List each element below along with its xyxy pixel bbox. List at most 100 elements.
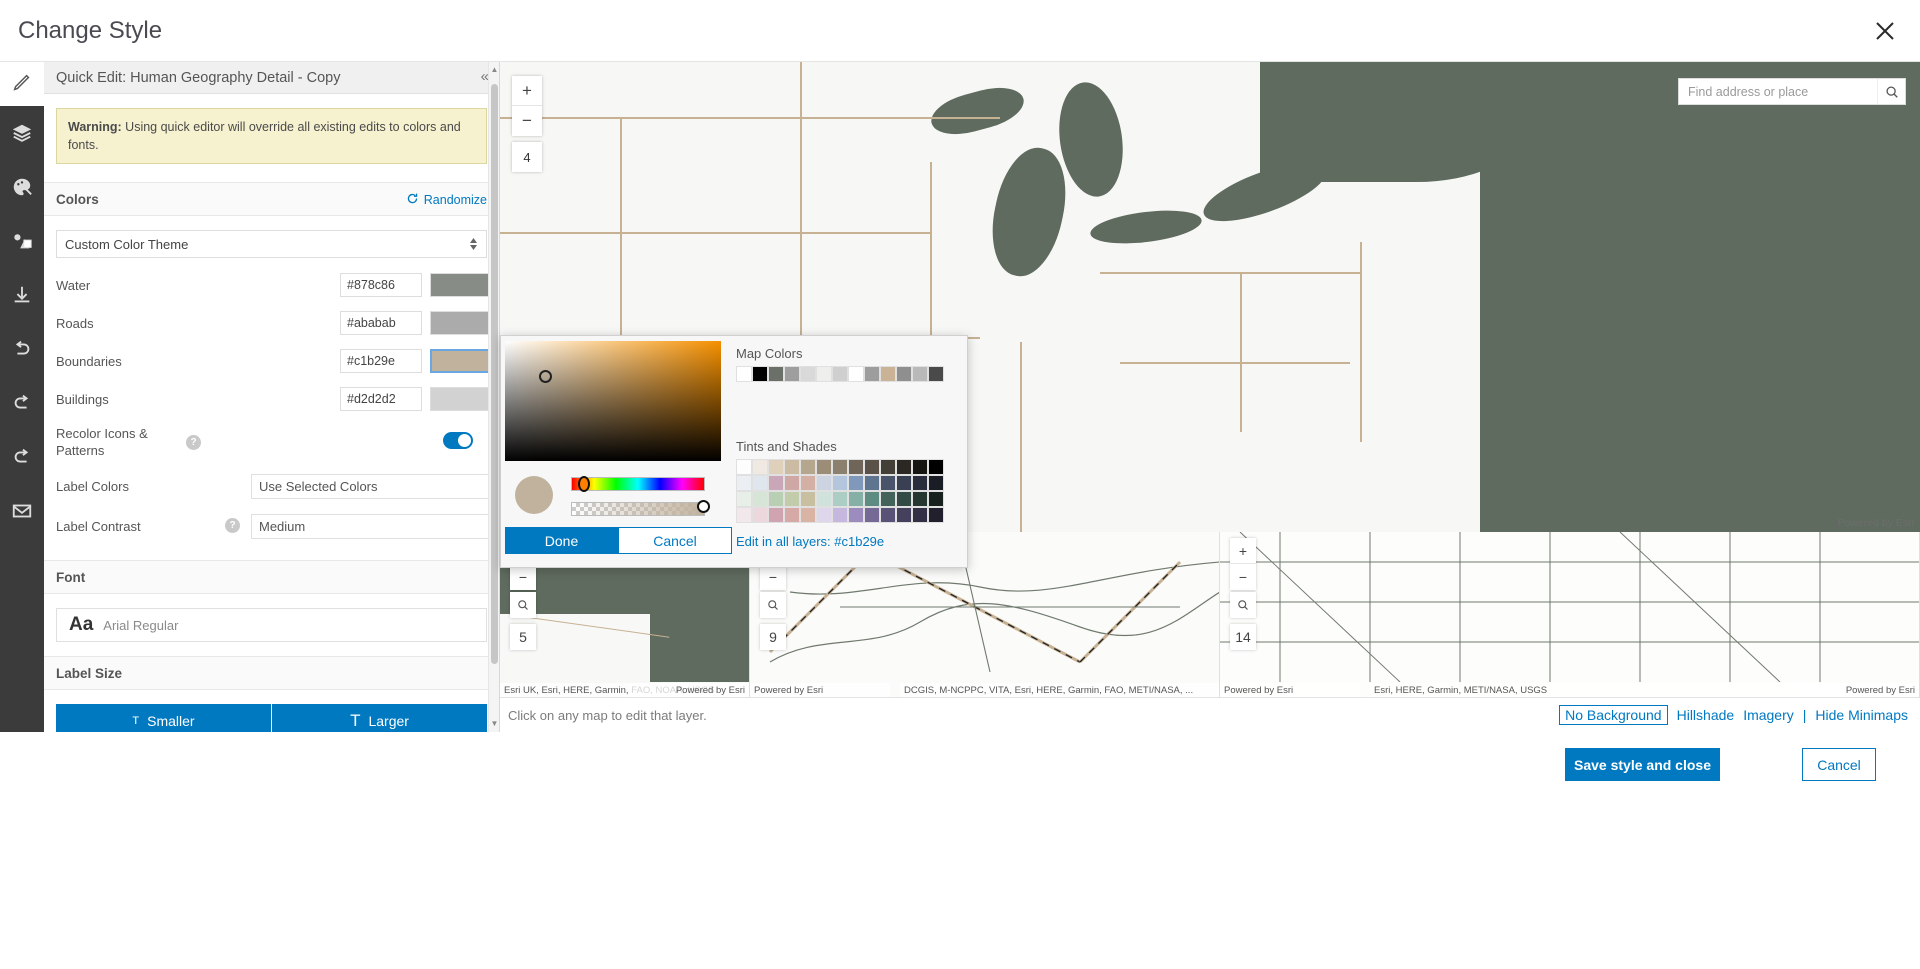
tint-swatch-1-7[interactable]: [848, 475, 864, 491]
close-icon[interactable]: [1868, 14, 1902, 48]
save-style-button[interactable]: Save style and close: [1565, 748, 1720, 781]
scrollbar-thumb[interactable]: [491, 84, 498, 664]
alpha-slider-handle[interactable]: [697, 500, 710, 513]
minimap-zoom-in[interactable]: +: [1230, 538, 1256, 564]
panel-scrollbar[interactable]: ▲ ▼: [488, 62, 499, 732]
tint-swatch-0-12[interactable]: [928, 459, 944, 475]
tint-swatch-2-2[interactable]: [768, 491, 784, 507]
hue-slider-handle[interactable]: [578, 476, 590, 492]
map-search-box[interactable]: Find address or place: [1678, 78, 1906, 105]
larger-button[interactable]: T Larger: [272, 704, 487, 732]
map-color-swatch-1[interactable]: [752, 366, 768, 382]
hex-input-roads[interactable]: #ababab: [340, 311, 422, 336]
recolor-icons-toggle[interactable]: [443, 432, 473, 450]
bg-option-hillshade[interactable]: Hillshade: [1677, 707, 1735, 723]
rail-item-edit[interactable]: [0, 62, 44, 106]
tint-swatch-2-1[interactable]: [752, 491, 768, 507]
map-color-swatch-4[interactable]: [800, 366, 816, 382]
scroll-down-icon[interactable]: ▼: [490, 719, 499, 729]
tint-swatch-1-1[interactable]: [752, 475, 768, 491]
rail-item-mail[interactable]: [0, 484, 44, 538]
hex-input-boundaries[interactable]: #c1b29e: [340, 349, 422, 374]
map-color-swatch-9[interactable]: [880, 366, 896, 382]
help-icon[interactable]: ?: [186, 434, 201, 450]
tint-swatch-0-3[interactable]: [784, 459, 800, 475]
tint-swatch-3-10[interactable]: [896, 507, 912, 523]
tint-swatch-0-6[interactable]: [832, 459, 848, 475]
label-colors-select[interactable]: Use Selected Colors: [251, 474, 499, 500]
tint-swatch-2-4[interactable]: [800, 491, 816, 507]
tint-swatch-0-10[interactable]: [896, 459, 912, 475]
rail-item-style[interactable]: [0, 160, 44, 214]
tint-swatch-1-6[interactable]: [832, 475, 848, 491]
saturation-value-field[interactable]: [505, 341, 721, 461]
tint-swatch-0-11[interactable]: [912, 459, 928, 475]
tint-swatch-3-5[interactable]: [816, 507, 832, 523]
tint-swatch-2-9[interactable]: [880, 491, 896, 507]
rail-item-layers[interactable]: [0, 106, 44, 160]
tint-swatch-2-3[interactable]: [784, 491, 800, 507]
picker-done-button[interactable]: Done: [505, 527, 618, 554]
search-icon[interactable]: [510, 592, 536, 618]
rail-item-redo-alt[interactable]: [0, 430, 44, 484]
tint-swatch-0-5[interactable]: [816, 459, 832, 475]
map-color-swatch-10[interactable]: [896, 366, 912, 382]
edit-in-all-layers-link[interactable]: Edit in all layers: #c1b29e: [736, 534, 884, 549]
tint-swatch-2-6[interactable]: [832, 491, 848, 507]
tint-swatch-2-10[interactable]: [896, 491, 912, 507]
tint-swatch-0-8[interactable]: [864, 459, 880, 475]
zoom-out-button[interactable]: −: [512, 106, 542, 136]
rail-item-images[interactable]: [0, 214, 44, 268]
minimap-street[interactable]: + − 14 Powered by Esri Esri, HERE, Garmi…: [1220, 532, 1920, 697]
rail-item-redo[interactable]: [0, 376, 44, 430]
bg-option-hide-minimaps[interactable]: Hide Minimaps: [1815, 707, 1908, 723]
help-icon[interactable]: ?: [225, 518, 240, 534]
tint-swatch-2-8[interactable]: [864, 491, 880, 507]
tint-swatch-3-6[interactable]: [832, 507, 848, 523]
tint-swatch-3-9[interactable]: [880, 507, 896, 523]
hex-input-water[interactable]: #878c86: [340, 273, 422, 298]
tint-swatch-3-0[interactable]: [736, 507, 752, 523]
hex-input-buildings[interactable]: #d2d2d2: [340, 387, 422, 412]
smaller-button[interactable]: T Smaller: [56, 704, 272, 732]
tint-swatch-0-0[interactable]: [736, 459, 752, 475]
map-color-swatch-8[interactable]: [864, 366, 880, 382]
tint-swatch-0-4[interactable]: [800, 459, 816, 475]
tint-swatch-0-2[interactable]: [768, 459, 784, 475]
tint-swatch-1-0[interactable]: [736, 475, 752, 491]
tint-swatch-3-2[interactable]: [768, 507, 784, 523]
tint-swatch-1-3[interactable]: [784, 475, 800, 491]
search-icon[interactable]: [1877, 79, 1905, 104]
color-theme-select[interactable]: Custom Color Theme: [56, 230, 487, 259]
picker-cancel-button[interactable]: Cancel: [618, 527, 732, 554]
tint-swatch-3-3[interactable]: [784, 507, 800, 523]
tint-swatch-1-8[interactable]: [864, 475, 880, 491]
tint-swatch-3-8[interactable]: [864, 507, 880, 523]
tint-swatch-2-5[interactable]: [816, 491, 832, 507]
alpha-slider[interactable]: [571, 500, 710, 516]
tint-swatch-1-11[interactable]: [912, 475, 928, 491]
map-color-swatch-7[interactable]: [848, 366, 864, 382]
map-color-swatch-2[interactable]: [768, 366, 784, 382]
map-color-swatch-6[interactable]: [832, 366, 848, 382]
sv-cursor[interactable]: [539, 370, 552, 383]
tint-swatch-3-11[interactable]: [912, 507, 928, 523]
tint-swatch-1-4[interactable]: [800, 475, 816, 491]
cancel-button[interactable]: Cancel: [1802, 748, 1876, 781]
tint-swatch-2-7[interactable]: [848, 491, 864, 507]
map-color-swatch-0[interactable]: [736, 366, 752, 382]
label-contrast-select[interactable]: Medium: [251, 514, 499, 540]
map-color-swatch-11[interactable]: [912, 366, 928, 382]
tint-swatch-3-1[interactable]: [752, 507, 768, 523]
tint-swatch-3-7[interactable]: [848, 507, 864, 523]
hue-slider[interactable]: [571, 476, 705, 492]
tint-swatch-0-7[interactable]: [848, 459, 864, 475]
search-icon[interactable]: [760, 592, 786, 618]
bg-option-imagery[interactable]: Imagery: [1743, 707, 1794, 723]
collapse-left-icon[interactable]: «: [481, 68, 489, 85]
scroll-up-icon[interactable]: ▲: [490, 65, 499, 75]
tint-swatch-0-1[interactable]: [752, 459, 768, 475]
tint-swatch-3-4[interactable]: [800, 507, 816, 523]
tint-swatch-1-12[interactable]: [928, 475, 944, 491]
rail-item-download[interactable]: [0, 268, 44, 322]
